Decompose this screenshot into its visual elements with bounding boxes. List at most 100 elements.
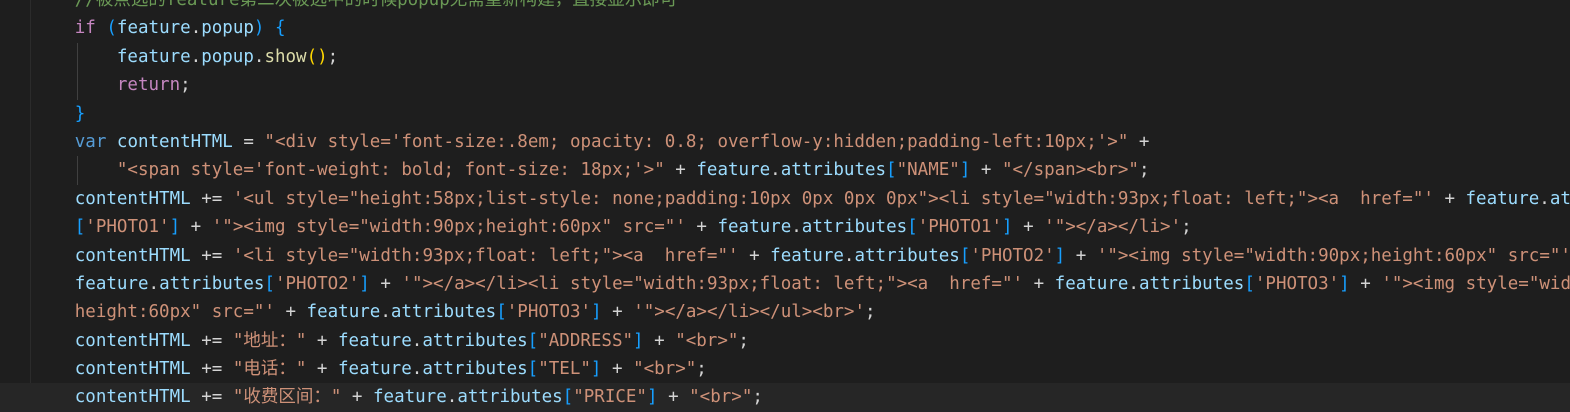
code-token: '"></a></li></ul><br>' (633, 302, 866, 323)
code-token: feature (770, 245, 844, 266)
code-token: [ (959, 245, 971, 266)
code-token: . (411, 330, 423, 351)
code-token: . (148, 273, 160, 294)
code-token: show (264, 46, 307, 67)
code-token: feature (116, 18, 191, 39)
code-token: ; (1181, 217, 1192, 238)
code-line[interactable]: return; (0, 71, 1570, 100)
code-token: [ (1244, 273, 1255, 294)
code-token: } (74, 103, 86, 124)
code-token: . (190, 18, 202, 39)
code-line[interactable]: feature.popup.show(); (0, 42, 1570, 72)
code-line[interactable]: contentHTML += '<ul style="height:58px;l… (0, 185, 1570, 213)
code-token: ) (253, 18, 265, 39)
code-token: contentHTML (74, 245, 191, 266)
code-token: ; (327, 46, 339, 67)
code-token: [ (74, 217, 86, 238)
code-token: "<br>" (675, 330, 739, 351)
code-token: feature (717, 217, 792, 238)
code-token: return (116, 75, 181, 96)
code-token: + (306, 330, 338, 351)
code-token: ] (359, 273, 370, 294)
code-token: += (190, 188, 233, 209)
code-token: . (1128, 273, 1139, 294)
code-token: [ (907, 217, 918, 238)
code-token: '"><img style="width:90px; (1381, 273, 1570, 294)
code-token: feature (74, 273, 149, 294)
code-token: "地址：" (232, 330, 307, 351)
code-token: { (275, 18, 286, 39)
code-line[interactable]: ['PHOTO1'] + '"><img style="width:90px;h… (0, 213, 1570, 241)
code-editor[interactable]: //被点选的feature第二次被选中的时候popup无需重新构建，直接显示即可… (0, 0, 1570, 412)
code-token: ; (180, 75, 191, 96)
code-token: feature (338, 359, 412, 380)
code-token: ; (696, 359, 707, 380)
code-token: += (190, 387, 233, 408)
indent-guide (77, 156, 78, 185)
code-token: + (1012, 217, 1045, 238)
code-token: ; (865, 302, 876, 323)
code-token: + (306, 359, 338, 380)
code-line[interactable]: contentHTML += "收费区间：" + feature.attribu… (0, 383, 1570, 412)
code-token: attributes (159, 273, 265, 294)
code-token: "<br>" (689, 387, 753, 408)
code-line[interactable]: height:60px" src="' + feature.attributes… (0, 298, 1570, 326)
code-token: "ADDRESS" (538, 330, 634, 351)
code-token: "PRICE" (573, 387, 647, 408)
code-token: () (306, 46, 328, 67)
code-token: . (843, 245, 855, 266)
code-token: . (1539, 188, 1550, 209)
code-line[interactable]: var contentHTML = "<div style='font-size… (0, 128, 1570, 156)
code-line[interactable]: contentHTML += "电话：" + feature.attribute… (0, 355, 1570, 383)
code-line[interactable]: } (0, 100, 1570, 128)
code-token: attributes (422, 330, 528, 351)
code-token: ] (633, 330, 644, 351)
code-token: . (770, 160, 781, 181)
code-token: + (657, 387, 690, 408)
code-token: contentHTML (74, 387, 191, 408)
code-area[interactable]: //被点选的feature第二次被选中的时候popup无需重新构建，直接显示即可… (0, 0, 1570, 412)
code-token: + (1349, 273, 1382, 294)
code-line[interactable]: "<span style='font-weight: bold; font-si… (0, 156, 1570, 185)
code-token: [ (264, 273, 275, 294)
code-token: feature (696, 160, 771, 181)
code-token: + (274, 302, 307, 323)
code-token: height:60px" src="' (74, 302, 275, 323)
code-line[interactable]: contentHTML += "地址：" + feature.attribute… (0, 327, 1570, 355)
code-token: . (446, 387, 458, 408)
code-token: "<br>" (633, 359, 697, 380)
code-line[interactable]: //被点选的feature第二次被选中的时候popup无需重新构建，直接显示即可 (0, 0, 1570, 14)
indent-guide (77, 42, 78, 72)
code-token: popup (201, 46, 254, 67)
code-token: contentHTML (74, 330, 191, 351)
code-token: + (1023, 273, 1055, 294)
code-token: //被点选的feature第二次被选中的时候popup无需重新构建，直接显示即可 (74, 0, 678, 10)
code-token: = (232, 131, 265, 152)
code-token: if (74, 18, 96, 39)
code-line[interactable]: contentHTML += '<li style="width:93px;fl… (0, 242, 1570, 270)
code-token: + (643, 330, 676, 351)
code-token: "</span><br>" (1001, 160, 1139, 181)
code-token: attributes (422, 359, 528, 380)
code-token: ; (1138, 160, 1150, 181)
code-line[interactable]: feature.attributes['PHOTO2'] + '"></a></… (0, 270, 1570, 298)
code-token: ] (1054, 245, 1066, 266)
code-token: "NAME" (896, 160, 960, 181)
code-token: [ (496, 302, 507, 323)
code-token: '"></a></li>' (1044, 217, 1182, 238)
code-token: + (601, 359, 634, 380)
code-token: + (369, 273, 402, 294)
code-line[interactable]: if (feature.popup) { (0, 14, 1570, 42)
code-token: 'PHOTO2' (970, 245, 1055, 266)
